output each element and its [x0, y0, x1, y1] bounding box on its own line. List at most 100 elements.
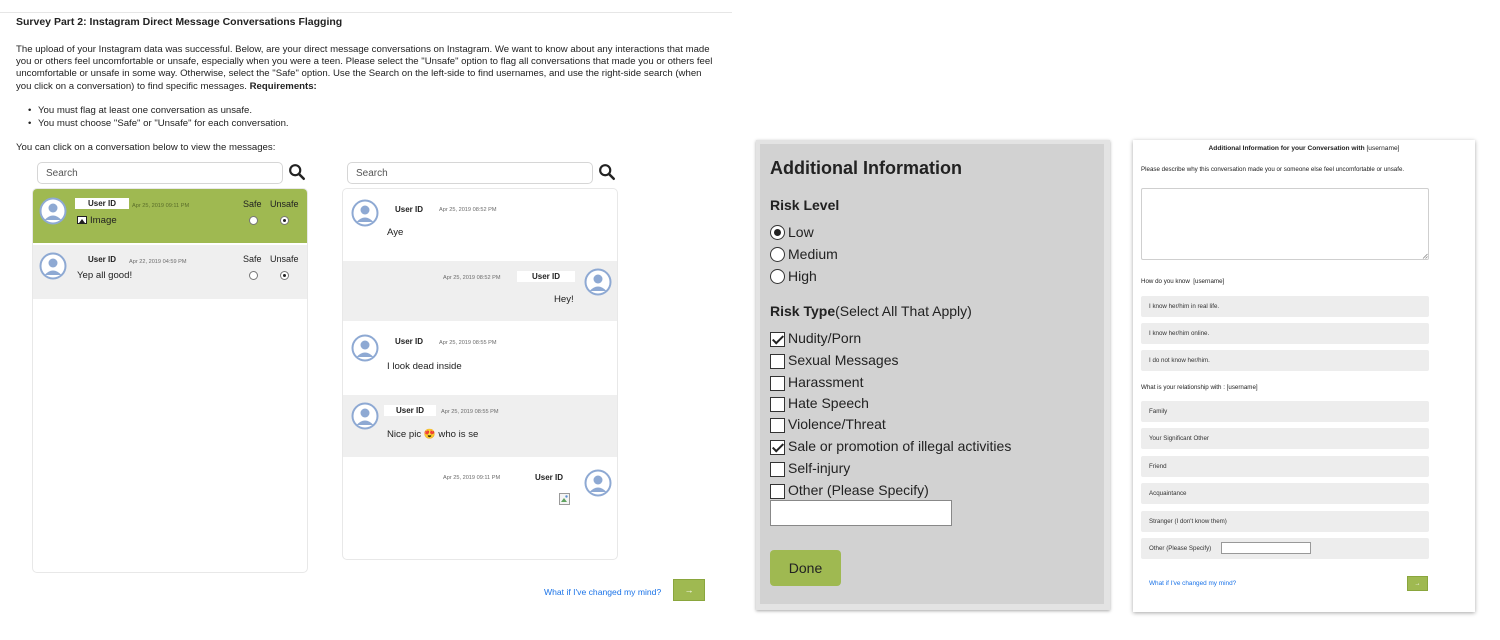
relationship-stranger-option[interactable]: Stranger (I don't know them) — [1141, 511, 1429, 532]
relationship-other-option[interactable]: Other (Please Specify) — [1141, 538, 1429, 559]
top-divider — [0, 12, 732, 13]
option-label: I know her/him in real life. — [1149, 303, 1220, 310]
relationship-other-input[interactable] — [1221, 542, 1311, 554]
hate-speech-label: Hate Speech — [788, 395, 869, 411]
risk-low-radio[interactable] — [770, 225, 785, 240]
relationship-friend-option[interactable]: Friend — [1141, 456, 1429, 477]
illegal-activities-label: Sale or promotion of illegal activities — [788, 438, 1012, 454]
option-label: I know her/him online. — [1149, 330, 1210, 337]
message-timestamp: Apr 25, 2019 09:11 PM — [443, 475, 501, 481]
sexual-messages-checkbox[interactable] — [770, 354, 785, 369]
requirements-label: Requirements: — [249, 80, 317, 92]
message-user-id: User ID — [394, 337, 423, 346]
conversation-list: User ID Apr 25, 2019 09:11 PM Image Safe… — [32, 188, 308, 573]
violence-label: Violence/Threat — [788, 416, 886, 432]
know-real-life-option[interactable]: I know her/him in real life. — [1141, 296, 1429, 317]
requirements-list: You must flag at least one conversation … — [28, 104, 289, 130]
additional-info-panel: Additional Information Risk Level Low Me… — [760, 144, 1104, 604]
safe-radio[interactable] — [249, 271, 258, 280]
how-know-text: How do you know — [1141, 278, 1190, 285]
conversation-user-id: User ID — [87, 255, 116, 264]
message-user-id: User ID — [517, 271, 575, 282]
click-note: You can click on a conversation below to… — [16, 142, 276, 153]
requirement-item: You must choose "Safe" or "Unsafe" for e… — [28, 117, 289, 130]
form-title: Additional Information for your Conversa… — [1133, 145, 1475, 152]
form-title-username: [username] — [1366, 145, 1400, 152]
relationship-family-option[interactable]: Family — [1141, 401, 1429, 422]
describe-textarea[interactable] — [1141, 188, 1429, 260]
option-label: Friend — [1149, 463, 1167, 470]
how-know-username: [username] — [1193, 278, 1225, 285]
message-user-id: User ID — [394, 205, 423, 214]
harassment-checkbox[interactable] — [770, 376, 785, 391]
done-button[interactable]: Done — [770, 550, 841, 586]
how-know-prompt: How do you know [username] — [1141, 278, 1224, 285]
survey-title: Survey Part 2: Instagram Direct Message … — [16, 16, 343, 28]
risk-type-label: Risk Type(Select All That Apply) — [770, 303, 972, 319]
relationship-username: [username] — [1226, 384, 1258, 391]
unsafe-radio[interactable] — [280, 271, 289, 280]
relationship-significant-other-option[interactable]: Your Significant Other — [1141, 428, 1429, 449]
next-button[interactable]: → — [1407, 576, 1428, 591]
conversation-item[interactable]: User ID Apr 22, 2019 04:59 PM Yep all go… — [33, 245, 307, 299]
risk-low-label: Low — [788, 224, 814, 240]
search-icon[interactable] — [288, 163, 306, 181]
conversation-item-selected[interactable]: User ID Apr 25, 2019 09:11 PM Image Safe… — [33, 189, 307, 243]
additional-info-card: Additional Information Risk Level Low Me… — [756, 140, 1110, 610]
message-timestamp: Apr 25, 2019 08:52 PM — [443, 275, 501, 281]
survey-intro: The upload of your Instagram data was su… — [16, 44, 716, 93]
form-title-text: Additional Information for your Conversa… — [1208, 145, 1365, 152]
dont-know-option[interactable]: I do not know her/him. — [1141, 350, 1429, 371]
nudity-label: Nudity/Porn — [788, 330, 862, 346]
safe-radio[interactable] — [249, 216, 258, 225]
message-timestamp: Apr 25, 2019 08:55 PM — [439, 340, 497, 346]
avatar-icon — [39, 197, 67, 225]
describe-prompt: Please describe why this conversation ma… — [1141, 166, 1405, 173]
message-thread: User ID Apr 25, 2019 08:52 PM Aye Apr 25… — [342, 188, 618, 560]
risk-level-label: Risk Level — [770, 197, 840, 213]
conversation-preview-text: Image — [90, 215, 117, 226]
resize-handle-icon[interactable] — [1422, 253, 1428, 259]
message-user-id: User ID — [534, 473, 563, 482]
avatar-icon — [584, 469, 612, 497]
option-label: Stranger (I don't know them) — [1149, 518, 1227, 525]
message-text: Aye — [387, 227, 404, 238]
sexual-messages-label: Sexual Messages — [788, 352, 899, 368]
avatar-icon — [39, 252, 67, 280]
changed-mind-link[interactable]: What if I've changed my mind? — [1149, 580, 1236, 587]
option-label: Other (Please Specify) — [1149, 545, 1212, 552]
other-specify-input[interactable] — [770, 500, 952, 526]
avatar-icon — [351, 402, 379, 430]
relationship-acquaintance-option[interactable]: Acquaintance — [1141, 483, 1429, 504]
conversation-search-input[interactable] — [37, 162, 283, 184]
message-search-input[interactable] — [347, 162, 593, 184]
avatar-icon — [351, 334, 379, 362]
conversation-preview: Image — [77, 215, 117, 226]
message-item: User ID Apr 25, 2019 08:52 PM Aye — [343, 189, 617, 259]
self-injury-label: Self-injury — [788, 460, 851, 476]
next-button[interactable]: → — [673, 579, 705, 601]
violence-checkbox[interactable] — [770, 418, 785, 433]
option-label: I do not know her/him. — [1149, 357, 1210, 364]
risk-medium-radio[interactable] — [770, 247, 785, 262]
image-icon — [77, 216, 87, 224]
intro-text: The upload of your Instagram data was su… — [16, 44, 713, 92]
message-item: User ID Apr 25, 2019 08:55 PM Nice pic 😍… — [343, 395, 617, 457]
hate-speech-checkbox[interactable] — [770, 397, 785, 412]
risk-high-label: High — [788, 268, 817, 284]
conversation-preview-text: Yep all good! — [77, 270, 133, 281]
nudity-checkbox[interactable] — [770, 332, 785, 347]
know-online-option[interactable]: I know her/him online. — [1141, 323, 1429, 344]
avatar-icon — [584, 268, 612, 296]
search-icon[interactable] — [598, 163, 616, 181]
message-text: I look dead inside — [387, 361, 462, 372]
message-timestamp: Apr 25, 2019 08:52 PM — [439, 207, 497, 213]
other-checkbox[interactable] — [770, 484, 785, 499]
changed-mind-link[interactable]: What if I've changed my mind? — [544, 587, 661, 597]
risk-high-radio[interactable] — [770, 269, 785, 284]
unsafe-radio[interactable] — [280, 216, 289, 225]
conversation-user-id: User ID — [75, 198, 129, 209]
other-label: Other (Please Specify) — [788, 482, 929, 498]
illegal-activities-checkbox[interactable] — [770, 440, 785, 455]
self-injury-checkbox[interactable] — [770, 462, 785, 477]
